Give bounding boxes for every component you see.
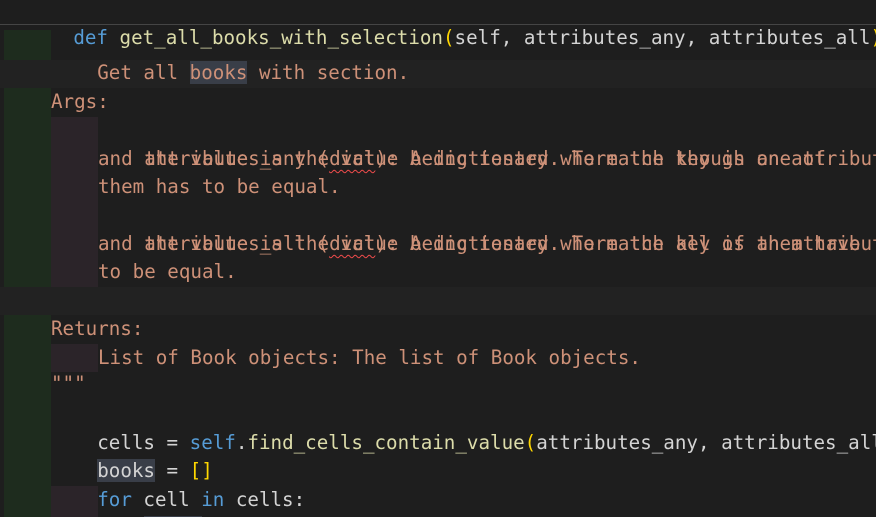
doc-arg-all-line-1: attributes_all (dict): A dictionary wher… bbox=[98, 202, 876, 255]
separator: , bbox=[697, 431, 722, 454]
doc-args-heading: Args: bbox=[51, 90, 109, 113]
indent-guide-level-1 bbox=[4, 30, 51, 517]
arg-attributes-any: attributes_any bbox=[536, 431, 698, 454]
param-attributes-all: attributes_all bbox=[708, 26, 871, 49]
doc-arg-any-line-1: attributes_any (dict): A dictionary wher… bbox=[98, 117, 876, 170]
doc-returns-heading: Returns: bbox=[51, 317, 144, 340]
open-paren: ( bbox=[442, 26, 455, 49]
def-keyword: def bbox=[73, 26, 108, 49]
blank-line-strip bbox=[0, 287, 876, 315]
doc-text: Get all bbox=[97, 61, 190, 84]
doc-arg-any-line-3: them has to be equal. bbox=[98, 175, 341, 198]
indent-guide-level-2-args bbox=[51, 117, 98, 287]
doc-highlight-books: books bbox=[189, 61, 248, 84]
doc-arg-any-line-2: and the value is the value being tested.… bbox=[98, 147, 826, 170]
doc-arg-all-line-2: and the value is the value being tested.… bbox=[98, 232, 861, 255]
arg-attributes-all: attributes_all bbox=[721, 431, 876, 454]
doc-arg-all-line-3: to be equal. bbox=[98, 260, 237, 283]
open-paren: ( bbox=[524, 431, 537, 454]
function-name[interactable]: get_all_books_with_selection bbox=[120, 26, 443, 49]
books-assignment-line: books = [] bbox=[51, 429, 213, 482]
code-editor[interactable]: def get_all_books_with_selection(self, a… bbox=[0, 0, 876, 517]
param-self: self bbox=[454, 26, 501, 49]
dot: . bbox=[235, 431, 248, 454]
sticky-scroll-header: def get_all_books_with_selection(self, a… bbox=[0, 0, 876, 49]
for-loop-line: for cell in cells: bbox=[51, 458, 305, 511]
append-call-line: books.append( bbox=[98, 486, 294, 517]
function-signature: def get_all_books_with_selection(self, a… bbox=[4, 0, 876, 49]
param-attributes-any: attributes_any bbox=[523, 26, 686, 49]
doc-returns-value: List of Book objects: The list of Book o… bbox=[98, 346, 641, 369]
indent-guide-level-2-returns bbox=[51, 344, 98, 372]
method-find-cells[interactable]: find_cells_contain_value bbox=[247, 431, 524, 454]
separator: , bbox=[685, 26, 709, 49]
close-paren: ) bbox=[870, 26, 876, 49]
doc-close-quotes: """ bbox=[51, 372, 86, 395]
separator: , bbox=[500, 26, 524, 49]
doc-text: with section. bbox=[247, 61, 410, 84]
cells-assignment-line: cells = self.find_cells_contain_value(at… bbox=[51, 401, 876, 454]
